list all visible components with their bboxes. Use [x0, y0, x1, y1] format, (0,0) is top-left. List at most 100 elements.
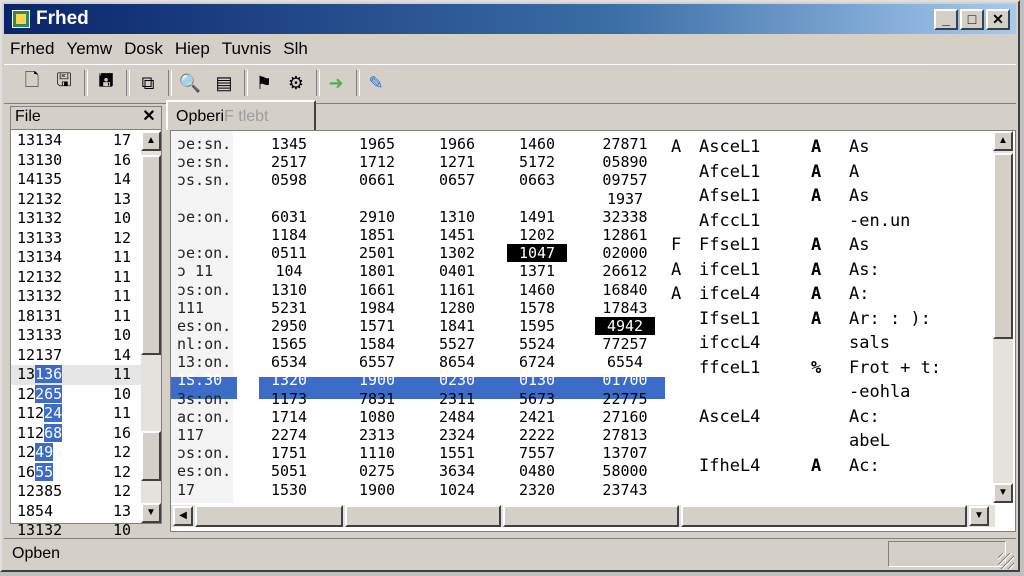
scroll-right-icon[interactable]: ▼ — [969, 506, 989, 526]
text-row[interactable]: IfheL4 A Ac: — [671, 454, 991, 479]
hex-cell[interactable]: 1320 — [259, 371, 319, 389]
hex-cell[interactable]: 27871 — [595, 135, 655, 153]
menu-item-4[interactable]: Hiep — [169, 39, 216, 59]
hex-cell[interactable]: 1451 — [427, 226, 487, 244]
hex-cell[interactable]: 16840 — [595, 281, 655, 299]
list-item[interactable]: 18131 11 — [11, 307, 143, 327]
hex-cell[interactable]: 0130 — [507, 371, 567, 389]
hex-cell[interactable]: 1571 — [347, 317, 407, 335]
hex-cell[interactable]: 5231 — [259, 299, 319, 317]
table-row[interactable]: es:on. 5051 0275 3634 0480 58000 — [171, 462, 671, 480]
table-row[interactable]: ɔs.sn. 0598 0661 0657 0663 09757 — [171, 171, 671, 189]
hex-cell[interactable]: 5524 — [507, 335, 567, 353]
hex-cell[interactable]: 5051 — [259, 462, 319, 480]
hex-cell[interactable]: 01700 — [595, 371, 655, 389]
list-item[interactable]: 13134 11 — [11, 248, 143, 268]
hex-cell[interactable]: 1280 — [427, 299, 487, 317]
scroll-thumb[interactable] — [195, 505, 343, 527]
file-panel-scrollbar[interactable]: ▲ ▼ — [141, 131, 161, 523]
hex-cell[interactable]: 77257 — [595, 335, 655, 353]
hex-cell[interactable]: 32338 — [595, 208, 655, 226]
text-row[interactable]: -eohla — [671, 380, 991, 405]
hex-cell[interactable]: 1661 — [347, 281, 407, 299]
table-row[interactable]: ɔe:on. 0511 2501 1302 1047 02000 — [171, 244, 671, 263]
hex-cell[interactable]: 1271 — [427, 153, 487, 171]
text-row[interactable]: ffceL1% Frot + t: — [671, 356, 991, 381]
scroll-up-icon[interactable]: ▲ — [993, 131, 1013, 151]
hex-cell[interactable]: 1595 — [507, 317, 567, 335]
menu-item-1[interactable]: Frhed — [4, 39, 60, 59]
hex-cell[interactable]: 0657 — [427, 171, 487, 189]
hex-cell[interactable]: 1202 — [507, 226, 567, 244]
hex-cell[interactable]: 6031 — [259, 208, 319, 226]
list-item[interactable]: 13132 11 — [11, 287, 143, 307]
text-row[interactable]: AifceL1 A As: — [671, 258, 991, 283]
list-item[interactable]: 13133 10 — [11, 326, 143, 346]
hex-cell[interactable]: 1310 — [259, 281, 319, 299]
title-bar[interactable]: Frhed _ □ ✕ — [4, 4, 1016, 34]
list-item[interactable]: 11224 11 — [11, 404, 143, 424]
hex-cell[interactable]: 1173 — [259, 390, 319, 408]
scroll-thumb[interactable] — [141, 155, 161, 355]
hex-cell[interactable]: 104 — [259, 262, 319, 280]
hex-cell[interactable]: 1302 — [427, 244, 487, 262]
text-row[interactable]: AfccL1 -en.un — [671, 209, 991, 234]
find-icon[interactable]: 🔍 — [176, 69, 204, 97]
hex-cell[interactable]: 13707 — [595, 444, 655, 462]
text-row[interactable]: AifceL4 A A: — [671, 282, 991, 307]
table-row[interactable]: ɔe:on. 6031 2910 1310 1491 32338 — [171, 208, 671, 226]
table-row[interactable]: ɔs:on. 1310 1661 1161 1460 16840 — [171, 281, 671, 299]
hex-cell[interactable]: 2274 — [259, 426, 319, 444]
hex-cell[interactable]: 0230 — [427, 371, 487, 389]
list-item[interactable]: 13136 11 — [11, 365, 143, 385]
list-item[interactable]: 13134 17 — [11, 131, 143, 151]
scroll-down-icon[interactable]: ▼ — [141, 503, 161, 523]
hex-cell[interactable]: 0663 — [507, 171, 567, 189]
hex-cell[interactable]: 1984 — [347, 299, 407, 317]
table-row[interactable]: nl:on. 1565 1584 5527 5524 77257 — [171, 335, 671, 353]
hex-cell[interactable]: 0511 — [259, 244, 319, 262]
table-row[interactable]: ɔ 11 104 1801 0401 1371 26612 — [171, 262, 671, 280]
text-row[interactable]: IfseL1 A Ar: : ): — [671, 307, 991, 332]
hex-cell[interactable]: 7557 — [507, 444, 567, 462]
hex-cell[interactable]: 2313 — [347, 426, 407, 444]
list-item[interactable]: 12265 10 — [11, 384, 143, 405]
hex-cell[interactable]: 27160 — [595, 408, 655, 426]
hex-cell[interactable]: 12861 — [595, 226, 655, 244]
close-button[interactable]: ✕ — [986, 9, 1010, 30]
table-row[interactable]: 111 5231 1984 1280 1578 17843 — [171, 299, 671, 317]
text-row[interactable]: F FfseL1 A As — [671, 233, 991, 258]
scroll-left-icon[interactable]: ◀ — [173, 506, 193, 526]
table-row[interactable]: 17 1530 1900 1024 2320 23743 — [171, 481, 671, 499]
hex-cell[interactable]: 1371 — [507, 262, 567, 280]
hex-cell[interactable]: 2910 — [347, 208, 407, 226]
save-icon[interactable]: 🖪 — [92, 69, 120, 97]
hex-cell[interactable]: 7831 — [347, 390, 407, 408]
hex-cell[interactable]: 1460 — [507, 135, 567, 153]
hex-cell[interactable]: 1937 — [595, 190, 655, 208]
hex-cell[interactable]: 0661 — [347, 171, 407, 189]
hex-cell[interactable]: 3634 — [427, 462, 487, 480]
list-item[interactable]: 12137 14 — [11, 346, 143, 366]
hex-cell[interactable]: 1110 — [347, 444, 407, 462]
hex-cell[interactable]: 1900 — [347, 371, 407, 389]
copy-icon[interactable]: ⧉ — [134, 69, 162, 97]
menu-item-6[interactable]: Slh — [277, 39, 314, 59]
list-item[interactable]: 12385 12 — [11, 482, 143, 502]
hex-cell[interactable]: 27813 — [595, 426, 655, 444]
hex-cell[interactable]: 2222 — [507, 426, 567, 444]
hex-cell[interactable]: 0275 — [347, 462, 407, 480]
hex-cell[interactable]: 2484 — [427, 408, 487, 426]
bookmark-icon[interactable]: ⚑ — [250, 69, 278, 97]
hex-cell[interactable]: 2421 — [507, 408, 567, 426]
hex-cell[interactable]: 1345 — [259, 135, 319, 153]
hex-cell[interactable]: 1966 — [427, 135, 487, 153]
hex-cell[interactable]: 1584 — [347, 335, 407, 353]
tools-icon[interactable]: ✎ — [362, 69, 390, 97]
tab-open[interactable]: OpberiF tlebt — [166, 100, 316, 130]
hex-cell[interactable]: 1080 — [347, 408, 407, 426]
hex-cell[interactable]: 1161 — [427, 281, 487, 299]
menu-item-3[interactable]: Dosk — [118, 39, 169, 59]
hex-cell[interactable]: 1460 — [507, 281, 567, 299]
hex-cell[interactable]: 1751 — [259, 444, 319, 462]
